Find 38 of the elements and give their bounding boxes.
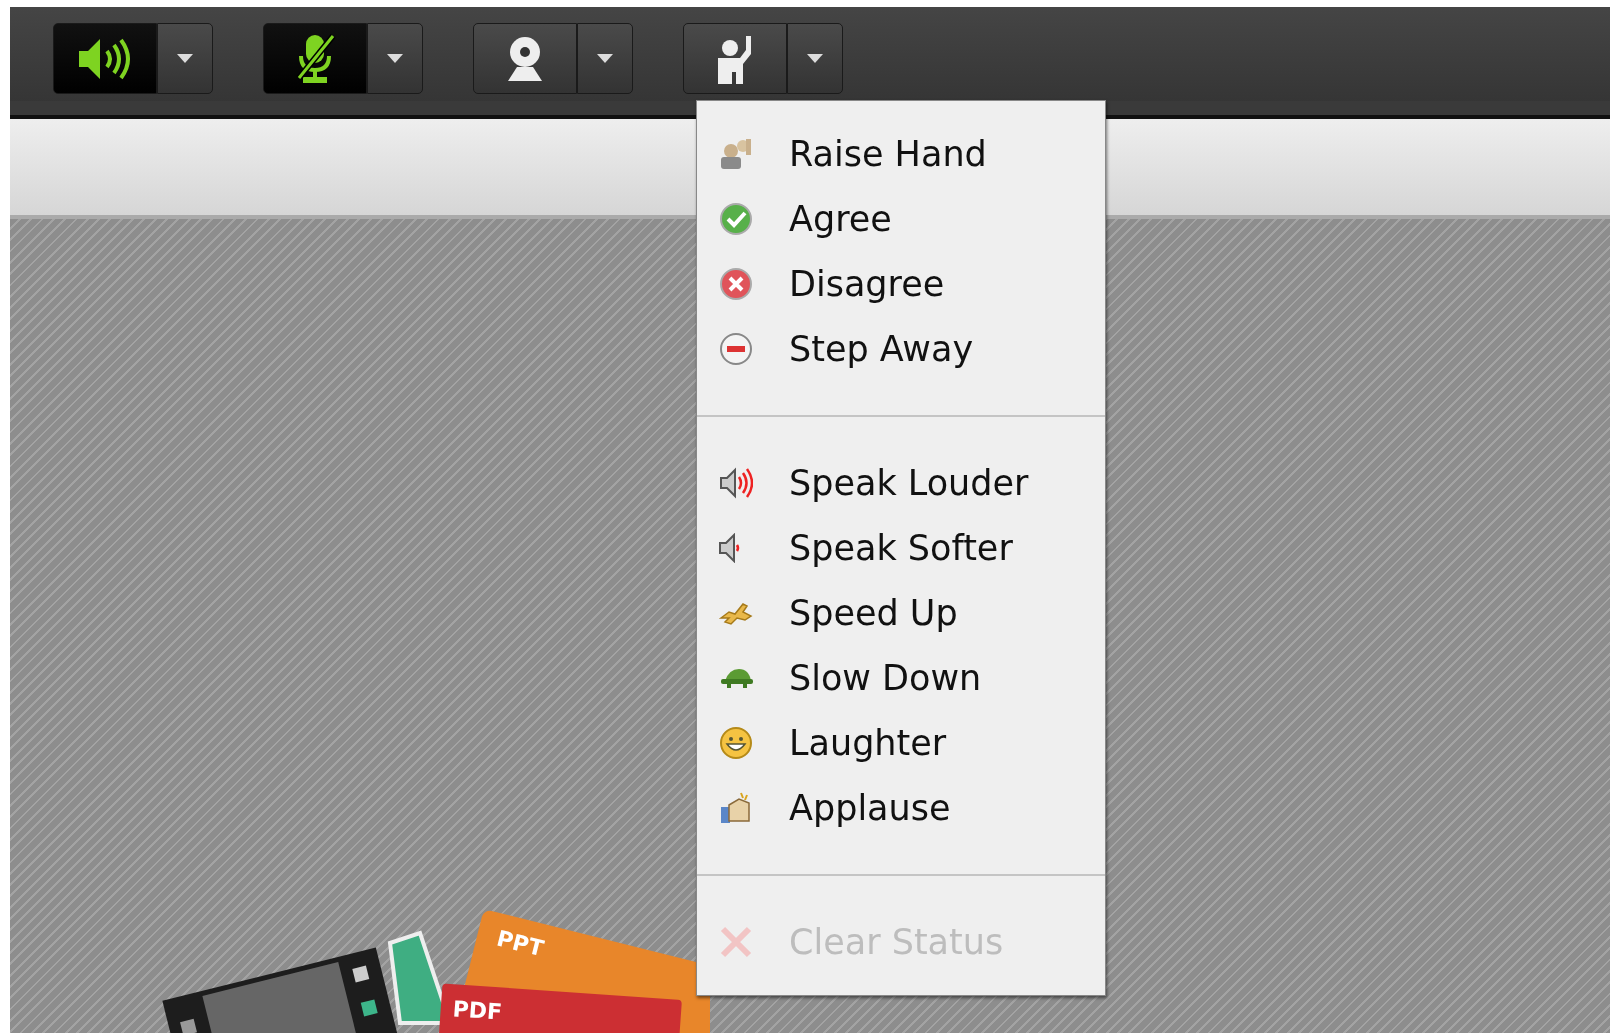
raised-hand-people-icon <box>719 136 753 171</box>
loud-speaker-icon <box>719 465 753 500</box>
microphone-button[interactable] <box>263 23 367 94</box>
menu-item-label: Laughter <box>789 722 947 763</box>
menu-item[interactable]: Disagree <box>719 251 1105 316</box>
pdf-label: PDF <box>451 996 503 1025</box>
hand-button[interactable] <box>683 23 787 94</box>
menu-item-label: Speak Louder <box>789 462 1029 503</box>
x-circle-icon <box>719 266 753 301</box>
menu-item-label: Raise Hand <box>789 133 987 174</box>
minus-circle-icon <box>719 331 753 366</box>
speaker-button[interactable] <box>53 23 157 94</box>
caret-icon <box>807 54 823 63</box>
menu-item[interactable]: Raise Hand <box>719 121 1105 186</box>
menu-item-label: Disagree <box>789 263 945 304</box>
laughing-face-icon <box>719 725 753 760</box>
menu-item-label: Applause <box>789 787 951 828</box>
camera-button[interactable] <box>473 23 577 94</box>
menu-item[interactable]: Speed Up <box>719 580 1105 645</box>
checkmark-icon <box>719 201 753 236</box>
menu-item[interactable]: Agree <box>719 186 1105 251</box>
caret-icon <box>597 54 613 63</box>
menu-item[interactable]: Speak Louder <box>719 450 1105 515</box>
menu-item-label: Slow Down <box>789 657 982 698</box>
menu-item-label: Speak Softer <box>789 527 1013 568</box>
menu-item[interactable]: Laughter <box>719 710 1105 775</box>
caret-icon <box>387 54 403 63</box>
menu-item-label: Step Away <box>789 328 974 369</box>
caret-icon <box>177 54 193 63</box>
menu-item-label: Speed Up <box>789 592 958 633</box>
x-icon <box>719 924 753 959</box>
menu-item[interactable]: Slow Down <box>719 645 1105 710</box>
menu-item[interactable]: Speak Softer <box>719 515 1105 580</box>
menu-item[interactable]: Step Away <box>719 316 1105 381</box>
menu-item[interactable]: Applause <box>719 775 1105 840</box>
ppt-label: PPT <box>494 925 547 962</box>
menu-item-label: Agree <box>789 198 892 239</box>
quiet-speaker-icon <box>719 532 741 563</box>
